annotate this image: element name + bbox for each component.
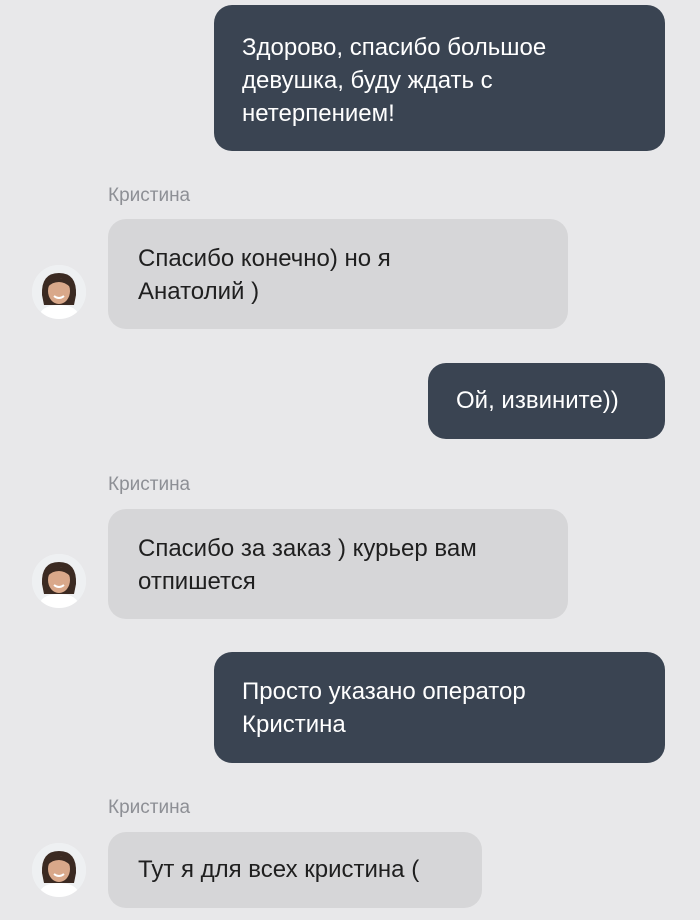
operator-avatar-icon[interactable]	[32, 265, 86, 319]
chat-thread: Здорово, спасибо большое девушка, буду ж…	[0, 0, 700, 920]
sender-name: Кристина	[108, 797, 191, 818]
incoming-message-bubble[interactable]: Спасибо конечно) но я Анатолий )	[108, 219, 568, 329]
operator-avatar-icon[interactable]	[32, 843, 86, 897]
incoming-message-bubble[interactable]: Спасибо за заказ ) курьер вам отпишется	[108, 509, 568, 619]
incoming-message-bubble[interactable]: Тут я для всех кристина (	[108, 832, 482, 908]
outgoing-message-bubble[interactable]: Просто указано оператор Кристина	[214, 652, 665, 763]
sender-name: Кристина	[108, 474, 191, 495]
sender-name: Кристина	[108, 185, 191, 206]
outgoing-message-bubble[interactable]: Ой, извините))	[428, 363, 665, 439]
outgoing-message-bubble[interactable]: Здорово, спасибо большое девушка, буду ж…	[214, 5, 665, 151]
operator-avatar-icon[interactable]	[32, 554, 86, 608]
